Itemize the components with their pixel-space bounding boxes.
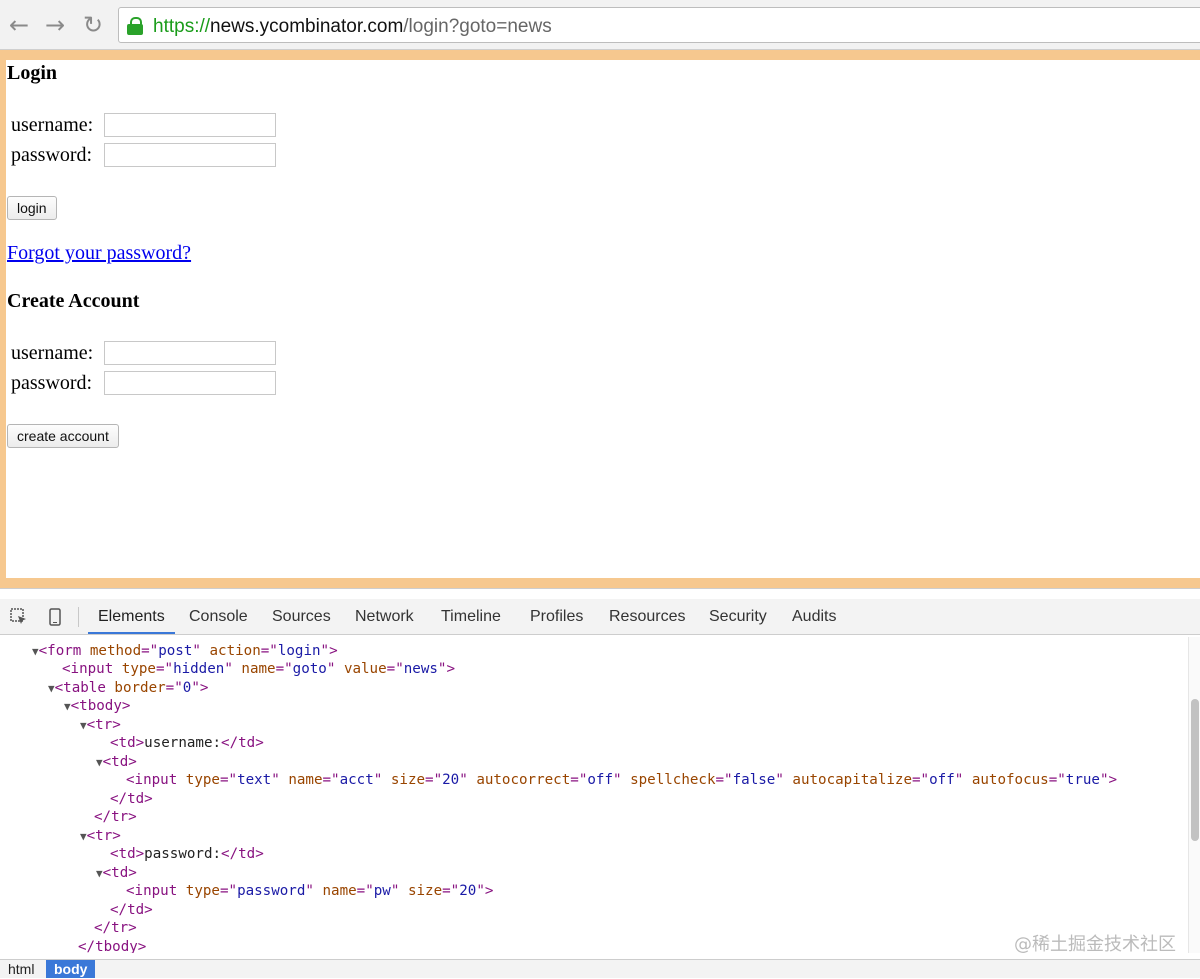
create-account-heading: Create Account xyxy=(7,290,140,312)
dom-node-td[interactable]: <td>username:</td> xyxy=(110,734,264,752)
page-content: Login username: password: login Forgot y… xyxy=(6,60,1200,578)
tab-resources[interactable]: Resources xyxy=(599,599,695,634)
dom-node-tr-close[interactable]: </tr> xyxy=(94,919,137,937)
address-bar[interactable]: https://news.ycombinator.com/login?goto=… xyxy=(118,7,1200,43)
forgot-password-link[interactable]: Forgot your password? xyxy=(7,242,191,265)
tab-profiles[interactable]: Profiles xyxy=(520,599,593,634)
watermark-text: @稀土掘金技术社区 xyxy=(1014,934,1176,955)
scrollbar-thumb[interactable] xyxy=(1191,699,1199,841)
tab-sources[interactable]: Sources xyxy=(262,599,341,634)
dom-tree-scrollbar[interactable] xyxy=(1188,637,1200,953)
login-username-label: username: xyxy=(11,114,94,136)
page-viewport: Login username: password: login Forgot y… xyxy=(0,50,1200,588)
dom-node-td[interactable]: ▼<td> xyxy=(96,753,137,771)
create-password-input[interactable] xyxy=(104,371,276,395)
login-password-input[interactable] xyxy=(104,143,276,167)
login-password-label: password: xyxy=(11,144,93,166)
dom-node-table[interactable]: ▼<table border="0"> xyxy=(48,679,208,697)
create-username-input[interactable] xyxy=(104,341,276,365)
dom-node-td[interactable]: <td>password:</td> xyxy=(110,845,264,863)
create-username-label: username: xyxy=(11,342,94,364)
url-scheme: https:// xyxy=(153,16,211,37)
reload-icon[interactable]: ↻ xyxy=(80,12,106,38)
devtools-tab-bar: Elements Console Sources Network Timelin… xyxy=(0,599,1200,635)
dom-tree[interactable]: ▼<form method="post" action="login"> <in… xyxy=(0,637,1188,953)
dom-node-input-pw[interactable]: <input type="password" name="pw" size="2… xyxy=(126,882,493,900)
device-mode-icon[interactable] xyxy=(46,608,64,626)
dom-node-td-close[interactable]: </td> xyxy=(110,790,153,808)
inspect-element-icon[interactable] xyxy=(10,608,28,626)
dom-node-form[interactable]: ▼<form method="post" action="login"> xyxy=(32,642,338,660)
lock-icon xyxy=(127,17,143,35)
back-arrow-icon[interactable]: ← xyxy=(6,12,32,38)
browser-toolbar: ← → ↻ https://news.ycombinator.com/login… xyxy=(0,0,1200,50)
url-path: /login?goto=news xyxy=(403,16,552,37)
login-username-input[interactable] xyxy=(104,113,276,137)
url-host: news.ycombinator.com xyxy=(210,16,404,37)
breadcrumb: html body xyxy=(0,959,1200,978)
login-button[interactable]: login xyxy=(7,196,57,220)
url-text: https://news.ycombinator.com/login?goto=… xyxy=(153,16,552,38)
breadcrumb-html[interactable]: html xyxy=(0,960,42,978)
breadcrumb-body[interactable]: body xyxy=(46,960,96,978)
tab-console[interactable]: Console xyxy=(179,599,258,634)
forward-arrow-icon[interactable]: → xyxy=(42,12,68,38)
dom-node-tbody[interactable]: ▼<tbody> xyxy=(64,697,130,715)
dom-node-td[interactable]: ▼<td> xyxy=(96,864,137,882)
tab-security[interactable]: Security xyxy=(699,599,777,634)
dom-node-input-hidden[interactable]: <input type="hidden" name="goto" value="… xyxy=(62,660,455,678)
dom-node-tr[interactable]: ▼<tr> xyxy=(80,716,121,734)
dom-node-tr-close[interactable]: </tr> xyxy=(94,808,137,826)
dom-node-input-acct[interactable]: <input type="text" name="acct" size="20"… xyxy=(126,771,1117,789)
tab-audits[interactable]: Audits xyxy=(782,599,846,634)
dom-node-tbody-close[interactable]: </tbody> xyxy=(78,938,146,953)
create-account-button[interactable]: create account xyxy=(7,424,119,448)
tab-elements[interactable]: Elements xyxy=(88,599,175,634)
dom-node-tr[interactable]: ▼<tr> xyxy=(80,827,121,845)
toolbar-separator xyxy=(78,607,79,627)
create-password-label: password: xyxy=(11,372,93,394)
dom-node-td-close[interactable]: </td> xyxy=(110,901,153,919)
devtools-panel: Elements Console Sources Network Timelin… xyxy=(0,588,1200,978)
tab-network[interactable]: Network xyxy=(345,599,424,634)
tab-timeline[interactable]: Timeline xyxy=(431,599,511,634)
login-heading: Login xyxy=(7,62,58,84)
